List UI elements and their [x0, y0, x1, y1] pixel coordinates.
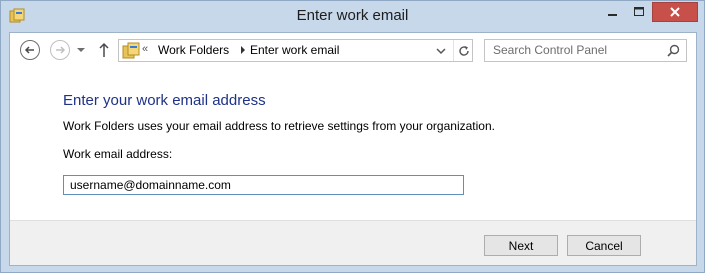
page-heading: Enter your work email address: [63, 92, 266, 109]
back-arrow-icon: [24, 46, 34, 54]
title-bar[interactable]: Enter work email: [1, 1, 704, 32]
client-area: « Work Folders Enter work email Search C…: [9, 32, 697, 266]
recent-locations-icon[interactable]: [76, 43, 86, 57]
maximize-button[interactable]: [626, 2, 652, 22]
email-field[interactable]: [63, 175, 464, 195]
close-button[interactable]: [652, 2, 698, 22]
next-button[interactable]: Next: [484, 235, 558, 256]
address-bar[interactable]: « Work Folders Enter work email: [118, 39, 473, 62]
chevron-right-icon[interactable]: [239, 45, 247, 55]
work-folders-icon: [122, 42, 140, 59]
maximize-icon: [634, 7, 644, 16]
up-arrow-icon[interactable]: [97, 41, 111, 59]
window-title: Enter work email: [296, 7, 409, 24]
forward-button[interactable]: [50, 40, 70, 60]
search-box[interactable]: Search Control Panel: [484, 39, 687, 62]
dialog-footer: Next Cancel: [10, 220, 696, 265]
minimize-button[interactable]: [600, 2, 626, 22]
cancel-button[interactable]: Cancel: [567, 235, 641, 256]
dialog-window: Enter work email « Work Folders Enter wo…: [0, 0, 705, 273]
breadcrumb-enter-work-email[interactable]: Enter work email: [250, 43, 339, 57]
refresh-button[interactable]: [453, 40, 473, 61]
back-button[interactable]: [20, 40, 40, 60]
breadcrumb-work-folders[interactable]: Work Folders: [158, 43, 229, 57]
forward-arrow-icon: [56, 46, 66, 54]
search-input[interactable]: Search Control Panel: [493, 43, 607, 57]
address-overflow-chevron[interactable]: «: [142, 43, 148, 55]
chevron-down-icon[interactable]: [435, 45, 447, 57]
email-field-label: Work email address:: [63, 147, 173, 161]
close-icon: [670, 7, 680, 17]
search-icon[interactable]: [667, 44, 680, 57]
navigation-bar: « Work Folders Enter work email Search C…: [10, 33, 696, 67]
refresh-icon: [458, 45, 469, 56]
minimize-icon: [608, 14, 617, 16]
page-description: Work Folders uses your email address to …: [63, 119, 495, 133]
